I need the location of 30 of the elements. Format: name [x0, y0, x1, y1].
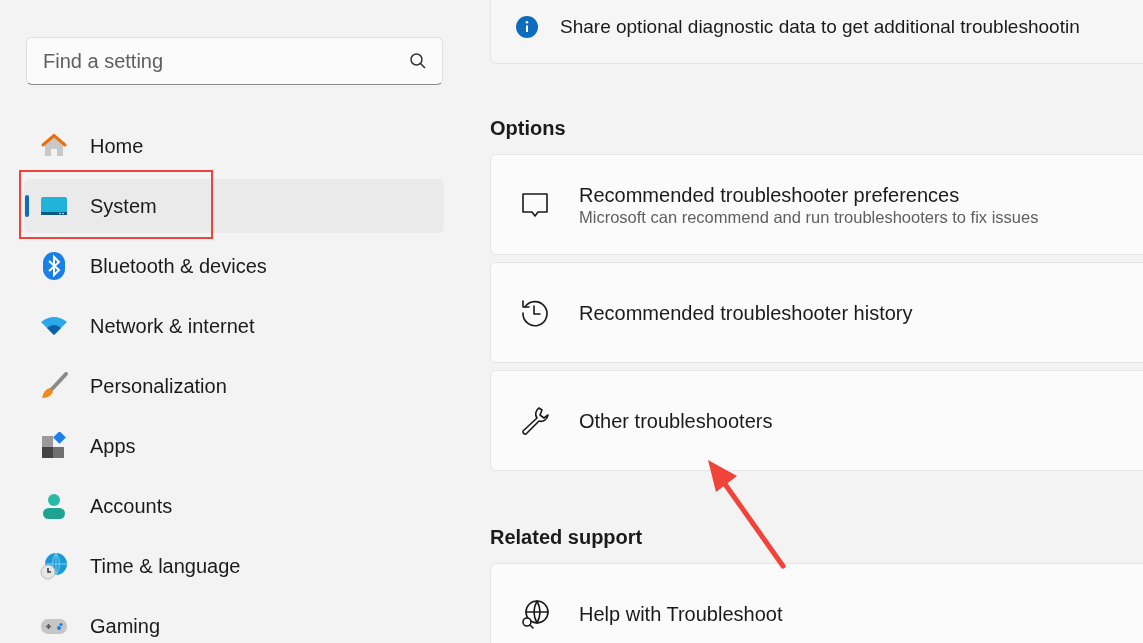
search-icon — [409, 52, 427, 70]
nav-item[interactable]: Apps — [24, 419, 444, 473]
nav-item[interactable]: Time & language — [24, 539, 444, 593]
option-title: Help with Troubleshoot — [579, 601, 783, 626]
info-icon — [515, 15, 539, 39]
nav-item[interactable]: Accounts — [24, 479, 444, 533]
info-text: Share optional diagnostic data to get additional troubleshootin — [560, 15, 1080, 39]
nav-item[interactable]: Home — [24, 119, 444, 173]
person-icon — [40, 492, 68, 520]
nav-item[interactable]: System — [24, 179, 444, 233]
section-heading: Options — [490, 116, 567, 140]
option-card[interactable]: Other troubleshooters — [490, 370, 1143, 471]
option-title: Recommended troubleshooter preferences — [579, 182, 961, 207]
option-title: Other troubleshooters — [579, 408, 773, 433]
nav-item[interactable]: Network & internet — [24, 299, 444, 353]
nav-item[interactable]: Bluetooth & devices — [24, 239, 444, 293]
option-card[interactable]: Recommended troubleshooter history — [490, 262, 1143, 363]
selection-indicator — [25, 195, 29, 217]
section-heading: Related support — [490, 525, 644, 549]
option-description: Microsoft can recommend and run troubleshooters to fix issues — [579, 206, 1039, 227]
option-card[interactable]: Help with Troubleshoot — [490, 563, 1143, 643]
apps-icon — [40, 432, 68, 460]
option-title: Recommended troubleshooter history — [579, 300, 913, 325]
option-card[interactable]: Recommended troubleshooter preferences Microsoft can recommend and run troubleshooters to fix issues — [490, 154, 1143, 255]
globe-clock-icon — [40, 552, 68, 580]
paintbrush-icon — [40, 372, 68, 400]
bluetooth-icon — [40, 252, 68, 280]
nav-item[interactable]: Gaming — [24, 599, 444, 643]
nav-item[interactable]: Personalization — [24, 359, 444, 413]
search-field[interactable]: Find a setting — [26, 37, 443, 85]
